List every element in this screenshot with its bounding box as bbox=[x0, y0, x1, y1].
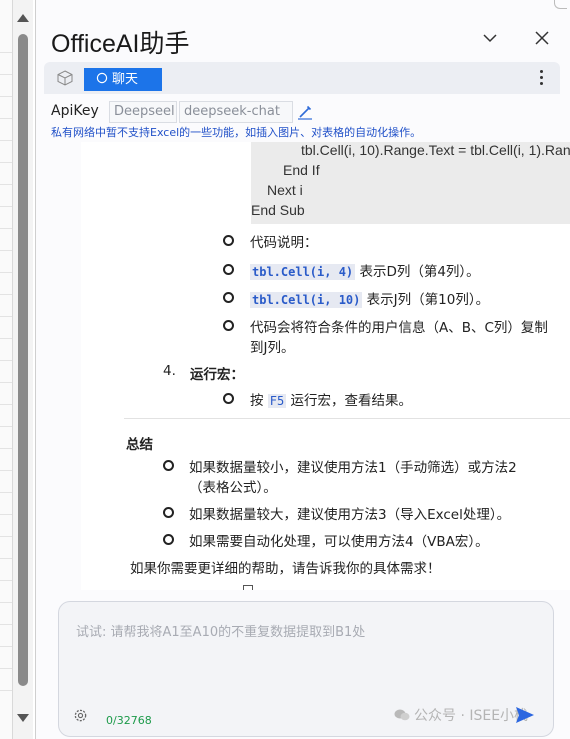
list-item: tbl.Cell(i, 4) 表示D列（第4列）。 bbox=[250, 260, 480, 280]
chat-message-area: tbl.Cell(i, 10).Range.Text = tbl.Cell(i,… bbox=[81, 142, 570, 590]
tab-chat-label: 聊天 bbox=[112, 72, 139, 87]
closing-text: 如果你需要更详细的帮助，请告诉我你的具体需求！ bbox=[130, 561, 441, 577]
code-line: End If bbox=[283, 162, 320, 178]
summary-title: 总结 bbox=[126, 437, 153, 453]
code-explain-label: 代码说明： bbox=[250, 235, 318, 251]
summary-item: 如果数据量较小，建议使用方法1（手动筛选）或方法2 bbox=[189, 460, 517, 476]
list-bullet-icon bbox=[163, 507, 174, 518]
list-bullet-icon bbox=[223, 235, 234, 246]
list-item-text: 表示D列（第4列）。 bbox=[355, 264, 480, 280]
officeai-panel: OfficeAI助手 聊天 ApiKey Deepseel deepseek-c… bbox=[36, 0, 570, 739]
model-name-select[interactable]: deepseek-chat bbox=[179, 101, 293, 123]
tab-chat[interactable]: 聊天 bbox=[84, 68, 162, 91]
cube-icon[interactable] bbox=[57, 70, 73, 86]
watermark: 公众号 · ISEE小栈 bbox=[394, 705, 528, 725]
inline-code: tbl.Cell(i, 4) bbox=[250, 264, 356, 280]
list-bullet-icon bbox=[163, 460, 174, 471]
chevron-down-icon[interactable] bbox=[482, 30, 498, 46]
window-corner bbox=[554, 0, 567, 9]
summary-item: 如果需要自动化处理，可以使用方法4（VBA宏）。 bbox=[189, 534, 489, 550]
chat-input-box[interactable]: 试试: 请帮我将A1至A10的不重复数据提取到B1处 0/32768 公众号 ·… bbox=[58, 601, 554, 737]
close-icon[interactable] bbox=[534, 30, 550, 46]
chat-input-placeholder[interactable]: 试试: 请帮我将A1至A10的不重复数据提取到B1处 bbox=[76, 621, 365, 640]
more-options-icon[interactable] bbox=[539, 70, 545, 88]
step4-colon: ： bbox=[230, 367, 245, 383]
char-counter: 0/32768 bbox=[106, 714, 152, 727]
run-text: 按 bbox=[250, 393, 268, 409]
copy-note-line: 代码会将符合条件的用户信息（A、B、C列）复制 bbox=[250, 320, 548, 336]
watermark-text: 公众号 · ISEE小栈 bbox=[414, 708, 529, 724]
run-instruction: 按 F5 运行宏，查看结果。 bbox=[250, 389, 412, 409]
run-text: 运行宏，查看结果。 bbox=[286, 393, 413, 409]
model-provider-select[interactable]: Deepseel bbox=[109, 101, 177, 123]
api-config-row: ApiKey Deepseel deepseek-chat 私有网络中暂不支持E… bbox=[36, 94, 570, 139]
scrollbar-thumb[interactable] bbox=[18, 34, 28, 686]
apikey-label: ApiKey bbox=[51, 103, 99, 119]
excel-grid-edge bbox=[0, 0, 13, 739]
summary-item: 如果数据量较大，建议使用方法3（导入Excel处理）。 bbox=[189, 507, 511, 523]
code-line: Next i bbox=[267, 182, 303, 198]
list-bullet-icon bbox=[223, 320, 234, 331]
list-item: tbl.Cell(i, 10) 表示J列（第10列）。 bbox=[250, 288, 489, 308]
section-divider bbox=[124, 418, 570, 419]
list-bullet-icon bbox=[223, 393, 234, 404]
send-icon[interactable] bbox=[515, 706, 535, 724]
step4-label: 运行宏 bbox=[190, 367, 231, 383]
gear-icon[interactable] bbox=[73, 708, 88, 723]
tab-bar: 聊天 bbox=[44, 62, 560, 94]
list-bullet-icon bbox=[223, 264, 234, 275]
step4-heading: 运行宏： bbox=[190, 363, 244, 383]
summary-item: （表格公式）。 bbox=[189, 480, 277, 496]
list-bullet-icon bbox=[163, 534, 174, 545]
panel-title: OfficeAI助手 bbox=[51, 30, 190, 58]
network-notice: 私有网络中暂不支持Excel的一些功能，如插入图片、对表格的自动化操作。 bbox=[51, 126, 422, 139]
inline-code: F5 bbox=[267, 394, 287, 408]
scroll-up-arrow-icon[interactable] bbox=[17, 14, 29, 22]
vertical-scrollbar[interactable] bbox=[13, 0, 33, 739]
copy-note-line: 到J列。 bbox=[250, 340, 295, 356]
scroll-down-arrow-icon[interactable] bbox=[17, 714, 29, 722]
code-line: End Sub bbox=[251, 202, 305, 218]
list-item-text: 表示J列（第10列）。 bbox=[362, 292, 490, 308]
code-block: tbl.Cell(i, 10).Range.Text = tbl.Cell(i,… bbox=[251, 142, 570, 224]
step4-number: 4. bbox=[163, 363, 176, 379]
wechat-icon bbox=[394, 709, 410, 721]
panel-titlebar: OfficeAI助手 bbox=[36, 0, 570, 62]
inline-code: tbl.Cell(i, 10) bbox=[250, 292, 363, 308]
copy-icon[interactable] bbox=[243, 585, 253, 590]
code-line: tbl.Cell(i, 10).Range.Text = tbl.Cell(i,… bbox=[301, 142, 570, 158]
chat-bubble-icon bbox=[96, 72, 108, 84]
edit-pencil-icon[interactable] bbox=[297, 104, 313, 120]
list-bullet-icon bbox=[223, 292, 234, 303]
